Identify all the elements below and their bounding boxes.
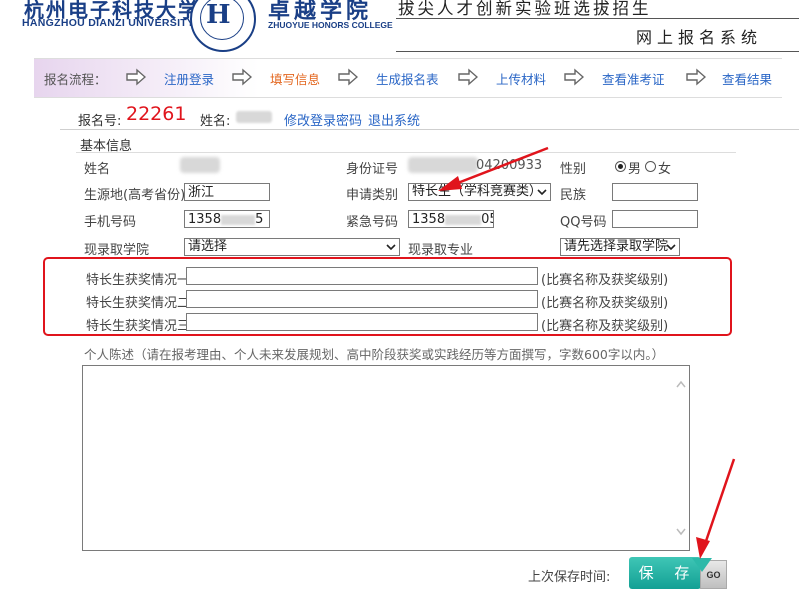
header-divider-bottom: [396, 51, 799, 52]
award-3-input[interactable]: [186, 313, 538, 331]
award-1-hint: (比赛名称及获奖级别): [541, 273, 669, 288]
id-number-label: 身份证号: [346, 162, 399, 177]
award-2-hint: (比赛名称及获奖级别): [541, 296, 669, 311]
name-label: 姓名:: [200, 114, 231, 129]
statement-label: 个人陈述（请在报考理由、个人未来发展规划、高中阶段获奖或实践经历等方面撰写，字数…: [84, 347, 665, 362]
scroll-down-icon[interactable]: [676, 528, 686, 536]
scroll-up-icon[interactable]: [676, 380, 686, 388]
emergency-phone-label: 紧急号码: [346, 215, 399, 230]
major-label: 现录取专业: [408, 243, 474, 258]
annotation-arrow-icon: [438, 146, 549, 191]
award-3-label: 特长生获奖情况三: [86, 319, 191, 334]
award-1-label: 特长生获奖情况一: [86, 273, 191, 288]
emergency-phone-input[interactable]: 1358 05: [408, 210, 494, 228]
emergency-prefix: 1358: [412, 212, 446, 227]
apply-type-label: 申请类别: [346, 188, 399, 203]
emergency-suffix: 05: [481, 212, 493, 227]
award-3-hint: (比赛名称及获奖级别): [541, 319, 669, 334]
gender-male-radio[interactable]: [615, 161, 626, 172]
origin-province-label: 生源地(高考省份): [84, 188, 186, 203]
qq-input[interactable]: [612, 210, 698, 228]
arrow-right-icon: [686, 68, 706, 86]
gender-female-label: 女: [658, 162, 672, 177]
award-2-label: 特长生获奖情况二: [86, 296, 191, 311]
reg-number: 22261: [126, 103, 187, 125]
annotation-arrow-icon: [696, 458, 736, 559]
award-2-input[interactable]: [186, 290, 538, 308]
phone-prefix: 1358: [188, 212, 222, 227]
college-label: 现录取学院: [84, 243, 150, 258]
logout-link[interactable]: 退出系统: [368, 110, 420, 129]
university-logo-en: HANGZHOU DIANZI UNIVERSITY: [22, 17, 195, 29]
major-select-value: 请先选择录取学院: [564, 239, 669, 254]
site-header: 杭州电子科技大学 HANGZHOU DIANZI UNIVERSITY H 卓越…: [0, 0, 799, 52]
section-divider: [76, 152, 736, 153]
arrow-right-icon: [232, 68, 252, 86]
phone-input[interactable]: 1358 5: [184, 210, 270, 228]
reg-number-label: 报名号:: [78, 114, 122, 129]
phone-suffix: 5: [255, 212, 264, 227]
flow-step-fill-info[interactable]: 填写信息: [270, 69, 320, 88]
textarea-scrollbar[interactable]: [673, 366, 689, 550]
origin-province-input[interactable]: 浙江: [184, 183, 270, 201]
name-redacted: [180, 157, 220, 173]
gender-male-label: 男: [628, 162, 642, 177]
chevron-down-icon: [386, 244, 396, 251]
flow-step-admission-ticket[interactable]: 查看准考证: [602, 69, 665, 88]
flow-step-results[interactable]: 查看结果: [722, 69, 772, 88]
chevron-down-icon: [666, 244, 676, 251]
college-select[interactable]: 请选择: [184, 238, 400, 256]
phone-label: 手机号码: [84, 215, 137, 230]
arrow-right-icon: [126, 68, 146, 86]
gender-female-radio[interactable]: [645, 161, 656, 172]
qq-label: QQ号码: [560, 215, 607, 230]
college-seal-logo: H: [190, 0, 256, 52]
flow-step-generate-form[interactable]: 生成报名表: [376, 69, 439, 88]
ethnicity-label: 民族: [560, 188, 587, 203]
arrow-right-icon: [564, 68, 584, 86]
arrow-right-icon: [458, 68, 478, 86]
college-select-value: 请选择: [188, 239, 228, 254]
flow-label: 报名流程：: [44, 72, 107, 87]
gender-label: 性别: [560, 162, 587, 177]
emergency-redacted: [445, 214, 482, 225]
registration-info-bar: 报名号: 22261 姓名: 修改登录密码 退出系统: [60, 101, 799, 130]
name-value-redacted: [236, 111, 272, 123]
personal-statement-textarea[interactable]: [82, 365, 690, 551]
major-select[interactable]: 请先选择录取学院: [560, 238, 680, 256]
program-slogan: 拔尖人才创新实验班选拔招生: [398, 0, 652, 18]
flow-step-upload[interactable]: 上传材料: [496, 69, 546, 88]
last-saved-label: 上次保存时间:: [528, 570, 611, 585]
ethnicity-input[interactable]: [612, 183, 698, 201]
arrow-right-icon: [338, 68, 358, 86]
college-name-en: ZHUOYUE HONORS COLLEGE: [268, 20, 393, 30]
phone-redacted: [221, 214, 256, 225]
name-field-label: 姓名: [84, 162, 111, 177]
change-password-link[interactable]: 修改登录密码: [284, 110, 362, 129]
process-flow-bar: 报名流程： 注册登录 填写信息 生成报名表 上传材料 查看准考证 查看结果: [34, 58, 782, 98]
flow-step-register[interactable]: 注册登录: [164, 69, 214, 88]
system-title: 网上报名系统: [636, 28, 763, 47]
award-1-input[interactable]: [186, 267, 538, 285]
